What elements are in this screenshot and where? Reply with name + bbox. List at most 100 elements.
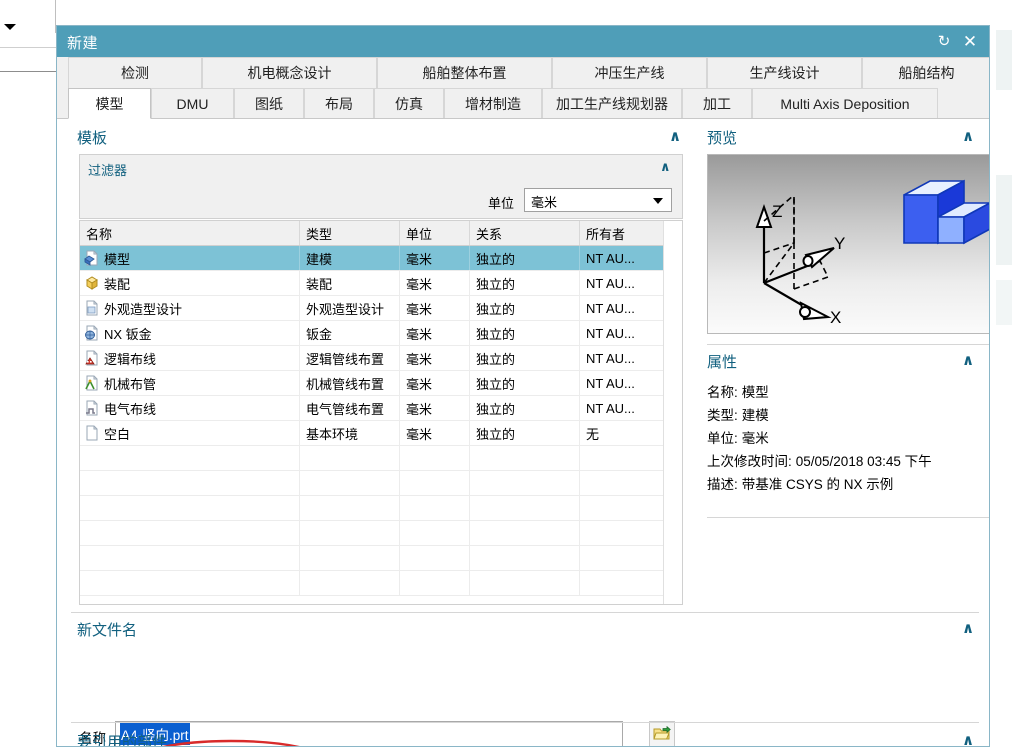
- backdrop-divider-horizontal: [0, 71, 56, 72]
- table-row[interactable]: 模型 建模 毫米 独立的 NT AU...: [80, 246, 682, 271]
- table-cell: 独立的: [470, 421, 580, 445]
- chevron-down-icon: [653, 198, 663, 204]
- folder-open-icon[interactable]: [649, 721, 675, 746]
- table-cell: 装配: [80, 271, 300, 295]
- template-section-title: 模板: [77, 130, 108, 147]
- tab-6[interactable]: 增材制造: [444, 88, 542, 119]
- chevron-down-icon[interactable]: [4, 24, 16, 30]
- table-cell-empty: [580, 471, 664, 495]
- preview-image: Z Y X: [707, 154, 989, 334]
- table-cell: 模型: [80, 246, 300, 270]
- table-row[interactable]: 电气布线 电气管线布置 毫米 独立的 NT AU...: [80, 396, 682, 421]
- table-cell-empty: [470, 471, 580, 495]
- column-header[interactable]: 关系: [470, 221, 580, 245]
- tab-secondary-2[interactable]: 机电概念设计: [202, 57, 377, 88]
- backdrop-divider-horizontal: [0, 47, 56, 48]
- table-cell: 独立的: [470, 346, 580, 370]
- properties-bottom-divider: [707, 517, 989, 518]
- table-cell: 空白: [80, 421, 300, 445]
- tab-3[interactable]: 图纸: [234, 88, 304, 119]
- folder-open-glyph: [653, 726, 671, 740]
- table-cell: 独立的: [470, 246, 580, 270]
- tab-1[interactable]: 模型: [68, 88, 151, 119]
- tab-label: 生产线设计: [749, 65, 820, 81]
- table-cell: 钣金: [300, 321, 400, 345]
- table-cell: 毫米: [400, 396, 470, 420]
- tab-4[interactable]: 布局: [304, 88, 374, 119]
- chevron-up-icon[interactable]: ∧: [660, 159, 671, 175]
- tab-label: 船舶整体布置: [422, 65, 507, 81]
- table-row[interactable]: 外观造型设计 外观造型设计 毫米 独立的 NT AU...: [80, 296, 682, 321]
- table-cell: NT AU...: [580, 346, 664, 370]
- table-row[interactable]: NX 钣金 钣金 毫米 独立的 NT AU...: [80, 321, 682, 346]
- svg-text:X: X: [830, 308, 841, 327]
- chevron-up-icon[interactable]: ∧: [962, 619, 974, 637]
- property-key: 上次修改时间:: [707, 454, 792, 469]
- template-table[interactable]: 名称 类型 单位 关系 所有者 模型 建模 毫米 独立的 NT AU... 装配 装配 毫米 独立的 NT…: [79, 220, 683, 605]
- reset-icon[interactable]: ↻: [933, 31, 955, 53]
- filter-title: 过滤器: [88, 163, 128, 178]
- table-cell-empty: [400, 521, 470, 545]
- backdrop-shade: [996, 175, 1012, 265]
- table-row[interactable]: 装配 装配 毫米 独立的 NT AU...: [80, 271, 682, 296]
- chevron-up-icon[interactable]: ∧: [962, 127, 974, 145]
- table-row[interactable]: 机械布管 机械管线布置 毫米 独立的 NT AU...: [80, 371, 682, 396]
- property-key: 类型:: [707, 408, 738, 423]
- tab-secondary-6[interactable]: 船舶结构: [862, 57, 989, 88]
- unit-label: 单位: [488, 196, 515, 211]
- property-row: 上次修改时间: 05/05/2018 03:45 下午: [707, 450, 989, 473]
- table-cell-empty: [400, 496, 470, 520]
- table-cell-empty: [470, 571, 580, 595]
- chevron-up-icon[interactable]: ∧: [669, 127, 681, 145]
- table-cell: 毫米: [400, 321, 470, 345]
- chevron-up-icon[interactable]: ∧: [962, 351, 974, 369]
- table-cell: 独立的: [470, 296, 580, 320]
- table-cell-empty: [580, 446, 664, 470]
- name-input[interactable]: A4-竖向.prt: [115, 721, 623, 746]
- unit-dropdown[interactable]: 毫米: [524, 188, 672, 212]
- tab-label: 增材制造: [465, 96, 521, 112]
- chevron-up-icon[interactable]: ∧: [962, 731, 974, 746]
- table-cell: 无: [580, 421, 664, 445]
- column-header[interactable]: 类型: [300, 221, 400, 245]
- table-cell-empty: [470, 496, 580, 520]
- svg-text:Z: Z: [772, 202, 782, 221]
- table-row-empty: [80, 446, 682, 471]
- table-row[interactable]: 空白 基本环境 毫米 独立的无: [80, 421, 682, 446]
- property-key: 名称:: [707, 385, 738, 400]
- tab-strip: 检测 机电概念设计 船舶整体布置 冲压生产线 生产线设计 船舶结构 模型 DMU 图纸 布局 仿真…: [57, 57, 989, 119]
- property-value: 模型: [741, 385, 769, 400]
- tab-secondary-3[interactable]: 船舶整体布置: [377, 57, 552, 88]
- table-row[interactable]: 逻辑布线 逻辑管线布置 毫米 独立的 NT AU...: [80, 346, 682, 371]
- table-cell: 电气布线: [80, 396, 300, 420]
- tab-9[interactable]: Multi Axis Deposition: [752, 88, 938, 119]
- column-header[interactable]: 名称: [80, 221, 300, 245]
- tab-secondary-1[interactable]: 检测: [68, 57, 202, 88]
- table-cell-empty: [400, 546, 470, 570]
- table-cell: 独立的: [470, 396, 580, 420]
- table-cell: 基本环境: [300, 421, 400, 445]
- column-header[interactable]: 所有者: [580, 221, 664, 245]
- tab-secondary-4[interactable]: 冲压生产线: [552, 57, 707, 88]
- table-cell: NX 钣金: [80, 321, 300, 345]
- table-cell-empty: [580, 496, 664, 520]
- tab-label: 冲压生产线: [594, 65, 665, 81]
- tab-7[interactable]: 加工生产线规划器: [542, 88, 682, 119]
- new-filename-divider: [71, 612, 979, 613]
- tab-label: 模型: [95, 95, 124, 112]
- table-cell: 逻辑布线: [80, 346, 300, 370]
- column-header[interactable]: 单位: [400, 221, 470, 245]
- table-row-empty: [80, 571, 682, 596]
- tab-8[interactable]: 加工: [682, 88, 752, 119]
- table-cell: 独立的: [470, 371, 580, 395]
- tab-2[interactable]: DMU: [151, 88, 234, 119]
- table-scroll-column[interactable]: [663, 221, 682, 604]
- table-cell: 毫米: [400, 271, 470, 295]
- table-cell-empty: [580, 546, 664, 570]
- tab-secondary-5[interactable]: 生产线设计: [707, 57, 862, 88]
- close-icon[interactable]: ✕: [959, 31, 981, 53]
- table-cell-empty: [300, 571, 400, 595]
- tab-5[interactable]: 仿真: [374, 88, 444, 119]
- property-row: 单位: 毫米: [707, 427, 989, 450]
- tab-row-secondary: 检测 机电概念设计 船舶整体布置 冲压生产线 生产线设计 船舶结构: [57, 57, 989, 88]
